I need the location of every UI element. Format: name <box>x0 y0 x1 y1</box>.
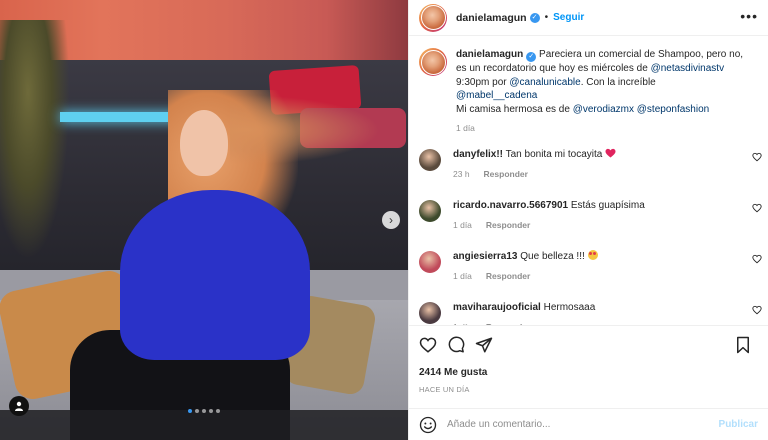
commenter-avatar[interactable] <box>419 199 441 222</box>
comment-item: angiesierra13 Que belleza !!! 1 día Respo… <box>409 249 768 283</box>
red-heart-emoji-icon <box>605 148 616 158</box>
commenter-username[interactable]: maviharaujooficial <box>453 302 541 313</box>
commenter-username[interactable]: ricardo.navarro.5667901 <box>453 200 568 211</box>
caption-username[interactable]: danielamagun <box>456 49 523 60</box>
verified-badge-icon: ✓ <box>529 12 540 23</box>
commenter-avatar[interactable] <box>419 148 441 171</box>
carousel-dot <box>202 409 206 413</box>
comment-meta: 23 h Responder <box>453 168 743 181</box>
publish-button[interactable]: Publicar <box>719 419 758 430</box>
verified-badge-icon: ✓ <box>526 52 537 62</box>
reply-button[interactable]: Responder <box>486 270 530 283</box>
post-photo[interactable]: › <box>0 0 408 440</box>
commenter-username[interactable]: danyfelix!! <box>453 149 503 160</box>
caption-text: 9:30pm por <box>456 76 510 88</box>
comment-time: 1 día <box>453 270 472 281</box>
post-actions: 2414 Me gusta HACE UN DÍA <box>409 325 768 394</box>
photo-blue-blouse <box>120 190 310 360</box>
user-tag-button[interactable] <box>9 396 29 416</box>
carousel-dot <box>195 409 199 413</box>
post-header: danielamagun ✓ • Seguir ••• <box>409 0 768 36</box>
comment-text: Hermosaaa <box>540 301 596 313</box>
author-avatar[interactable] <box>419 3 447 32</box>
commenter-username[interactable]: angiesierra13 <box>453 251 518 262</box>
comment-item: maviharaujooficial Hermosaaa1 díaRespond… <box>409 301 768 325</box>
next-slide-button[interactable]: › <box>382 211 400 229</box>
comment-item: ricardo.navarro.5667901 Estás guapísima 1… <box>409 199 768 232</box>
carousel-dot <box>209 409 213 413</box>
comment-meta: 1 día Responder <box>453 219 743 232</box>
comment-like-icon[interactable] <box>752 305 762 315</box>
commenter-avatar[interactable] <box>419 301 441 324</box>
user-tag-icon <box>15 401 23 411</box>
comment-text: Que belleza !!! <box>517 250 588 262</box>
caption-mention[interactable]: @canalunicable <box>509 77 580 88</box>
caption-body: danielamagun ✓ Pareciera un comercial de … <box>456 48 748 136</box>
photo-face <box>180 110 228 176</box>
instagram-post-view: › danielamagun ✓ • Seguir ••• danielamag… <box>0 0 768 440</box>
reply-button[interactable]: Responder <box>484 168 528 181</box>
separator-dot: • <box>544 12 549 23</box>
comment-body: ricardo.navarro.5667901 Estás guapísima 1… <box>453 199 743 232</box>
carousel-indicator <box>188 409 220 413</box>
caption-text: Mi camisa hermosa es de <box>456 103 573 115</box>
caption-text: . Con la increíble <box>580 76 656 88</box>
caption-author-avatar[interactable] <box>419 48 447 76</box>
caption-time: 1 día <box>456 123 475 134</box>
comment-time: 1 día <box>453 219 472 230</box>
smiley-icon[interactable] <box>419 416 437 434</box>
comment-icon[interactable] <box>447 336 465 354</box>
commenter-avatar[interactable] <box>419 250 441 273</box>
comments-list: danyfelix!! Tan bonita mi tocayita 23 h R… <box>409 148 768 325</box>
heart-eyes-emoji-icon <box>587 249 598 260</box>
caption-mention[interactable]: @netasdivinastv <box>651 63 725 74</box>
add-comment-bar: Publicar <box>409 408 768 440</box>
comment-like-icon[interactable] <box>752 203 762 213</box>
comment-like-icon[interactable] <box>752 254 762 264</box>
comment-like-icon[interactable] <box>752 152 762 162</box>
caption-mention[interactable]: @steponfashion <box>637 104 709 115</box>
post-side-panel: danielamagun ✓ • Seguir ••• danielamagun… <box>408 0 768 440</box>
comment-item: danyfelix!! Tan bonita mi tocayita 23 h R… <box>409 148 768 181</box>
action-icons-row <box>419 334 758 356</box>
comment-time: 23 h <box>453 168 470 179</box>
post-timestamp: HACE UN DÍA <box>419 385 470 394</box>
post-caption: danielamagun ✓ Pareciera un comercial de … <box>409 37 768 136</box>
bookmark-icon[interactable] <box>734 336 752 354</box>
carousel-dot <box>216 409 220 413</box>
comment-meta: 1 día Responder <box>453 270 743 283</box>
comment-text: Estás guapísima <box>568 199 645 211</box>
photo-hair-flow <box>230 95 380 165</box>
paper-plane-icon[interactable] <box>475 336 493 354</box>
author-username[interactable]: danielamagun <box>456 12 527 24</box>
photo-neon-shelf <box>60 112 180 122</box>
comment-body: angiesierra13 Que belleza !!! 1 día Respo… <box>453 249 743 283</box>
photo-plant <box>0 20 70 260</box>
reply-button[interactable]: Responder <box>486 219 530 232</box>
caption-mention[interactable]: @mabel__cadena <box>456 90 537 101</box>
caption-mention[interactable]: @verodiazmx <box>573 104 634 115</box>
like-count[interactable]: 2414 Me gusta <box>419 367 758 378</box>
photo-floor <box>0 410 408 440</box>
heart-icon[interactable] <box>419 336 437 354</box>
chevron-right-icon: › <box>389 213 393 227</box>
comments-scroll-area[interactable]: danielamagun ✓ Pareciera un comercial de … <box>409 37 768 325</box>
comment-text: Tan bonita mi tocayita <box>503 148 606 160</box>
follow-button[interactable]: Seguir <box>553 12 584 23</box>
comment-body: danyfelix!! Tan bonita mi tocayita 23 h R… <box>453 148 743 181</box>
carousel-dot <box>188 409 192 413</box>
more-options-icon[interactable]: ••• <box>740 9 758 23</box>
comment-input[interactable] <box>447 419 687 430</box>
comment-body: maviharaujooficial Hermosaaa1 díaRespond… <box>453 301 743 325</box>
